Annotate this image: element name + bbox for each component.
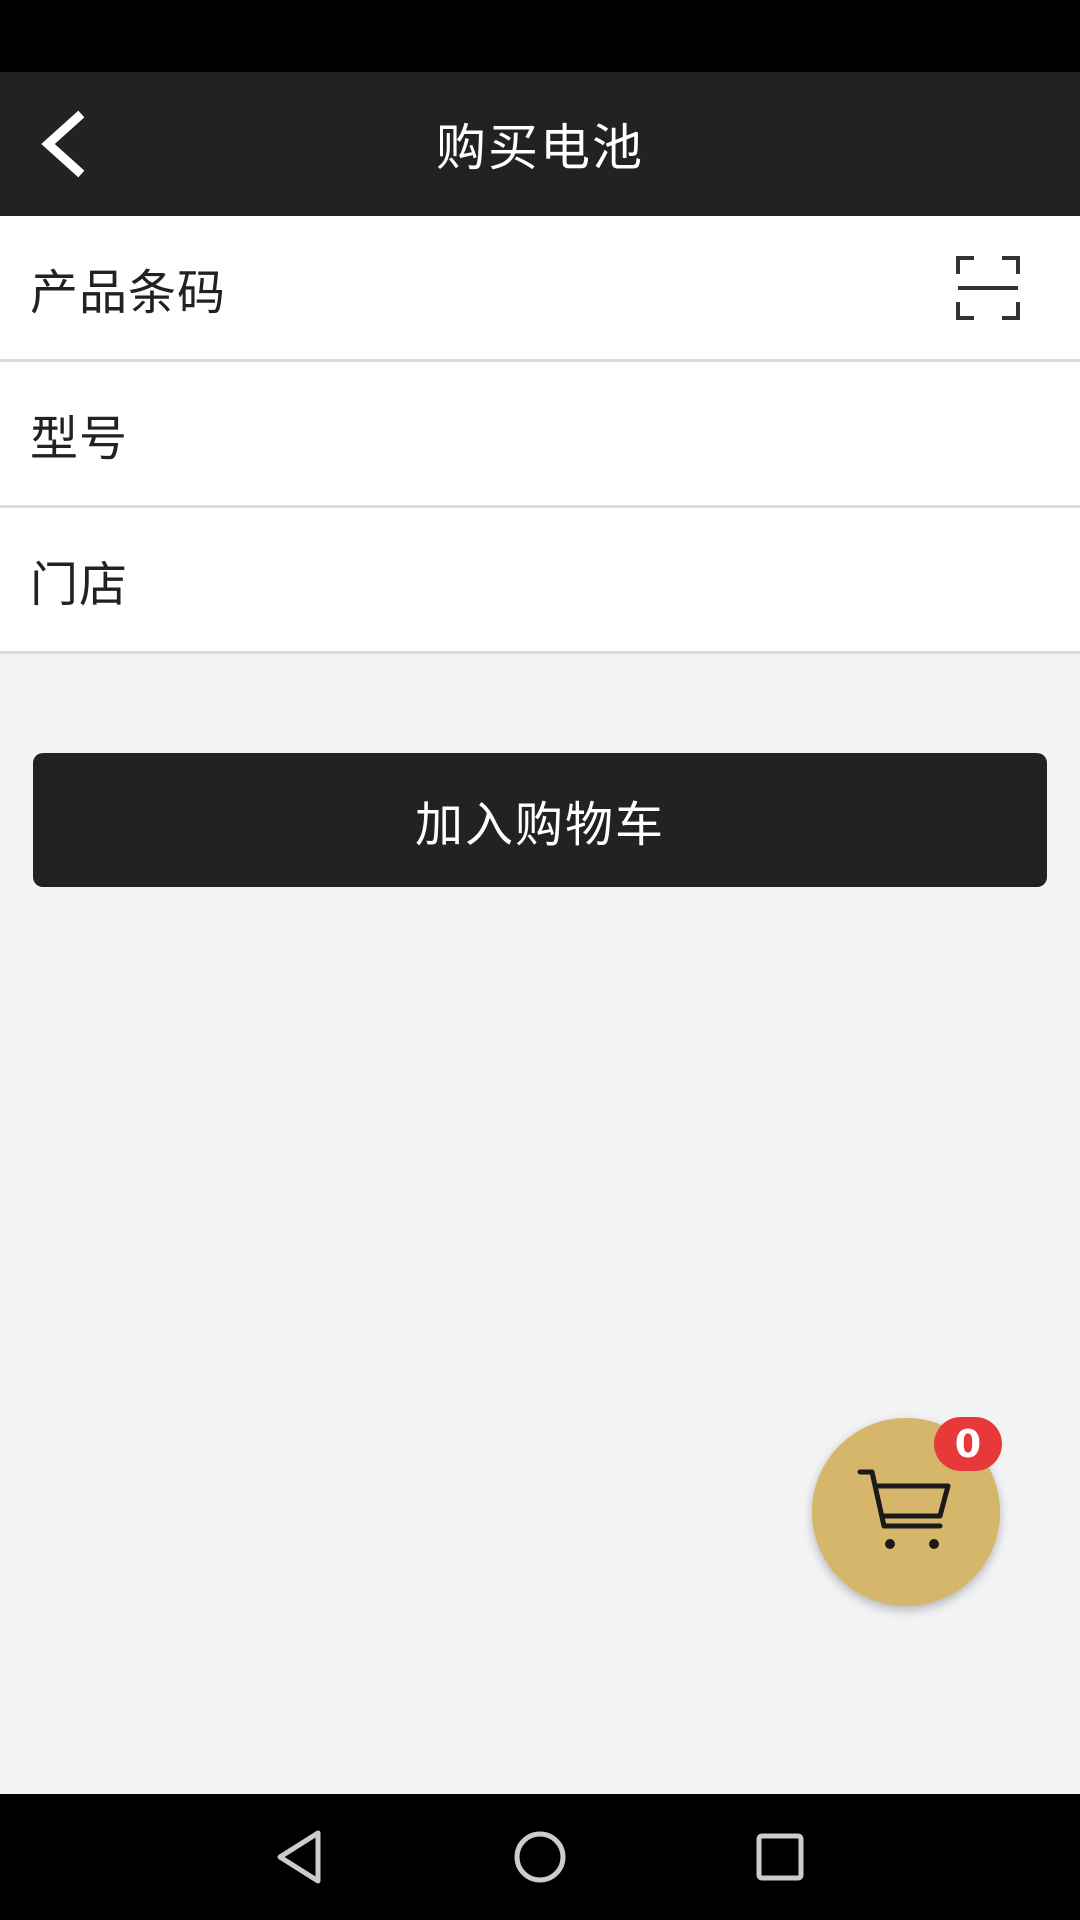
chevron-left-icon	[41, 110, 85, 178]
form-row-barcode[interactable]: 产品条码	[0, 216, 1080, 362]
store-label: 门店	[30, 556, 129, 613]
system-recents-button[interactable]	[740, 1817, 820, 1897]
triangle-back-icon	[277, 1830, 321, 1884]
purchase-form: 产品条码 型号 门店	[0, 216, 1080, 654]
square-recents-icon	[756, 1833, 804, 1881]
barcode-label: 产品条码	[30, 264, 227, 321]
back-button[interactable]	[14, 94, 114, 194]
system-home-button[interactable]	[500, 1817, 580, 1897]
system-nav-bar	[0, 1794, 1080, 1920]
scan-button[interactable]	[956, 256, 1020, 320]
scan-icon	[956, 256, 1020, 320]
app-bar: 购买电池	[0, 72, 1080, 216]
store-input[interactable]	[260, 508, 930, 651]
barcode-input[interactable]	[260, 216, 930, 359]
form-row-store[interactable]: 门店	[0, 508, 1080, 654]
system-back-button[interactable]	[260, 1817, 340, 1897]
cart-count-badge: 0	[934, 1417, 1002, 1471]
add-to-cart-button[interactable]: 加入购物车	[33, 753, 1047, 887]
form-row-model[interactable]: 型号	[0, 362, 1080, 508]
cart-icon	[857, 1469, 951, 1549]
page-title: 购买电池	[436, 119, 644, 177]
model-input[interactable]	[260, 362, 930, 505]
model-label: 型号	[30, 410, 129, 467]
circle-home-icon	[514, 1831, 566, 1883]
status-bar	[0, 0, 1080, 72]
